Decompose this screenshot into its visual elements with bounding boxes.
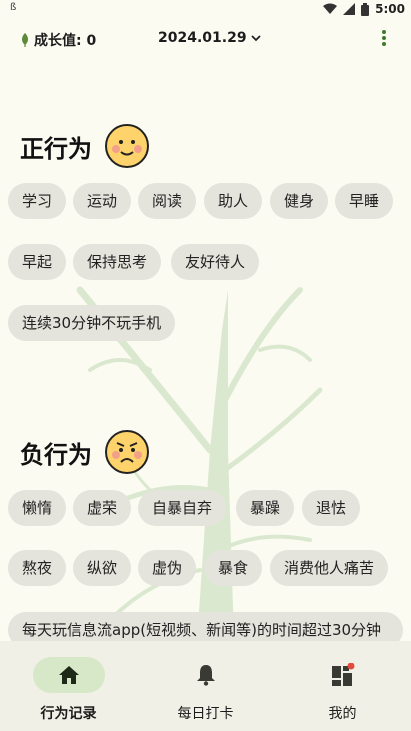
negative-chip[interactable]: 虚荣	[73, 490, 132, 526]
growth-label: 成长值: 0	[34, 33, 97, 49]
negative-chip[interactable]: 暴食	[204, 550, 263, 586]
positive-chip[interactable]: 早睡	[335, 183, 394, 219]
bell-icon	[196, 665, 215, 686]
status-time: 5:00	[375, 2, 405, 16]
negative-title-text: 负行为	[20, 440, 92, 469]
negative-chip[interactable]: 纵欲	[73, 550, 132, 586]
nav-item-mine[interactable]: 我的	[274, 641, 411, 731]
frowning-face-icon	[105, 430, 149, 474]
negative-chip[interactable]: 退怯	[302, 490, 361, 526]
status-notification-text: ß	[10, 2, 17, 13]
chevron-down-icon	[250, 35, 261, 42]
date-selector[interactable]: 2024.01.29	[158, 30, 261, 46]
negative-chip[interactable]: 熬夜	[8, 550, 67, 586]
smiling-face-icon	[105, 124, 149, 168]
status-bar: ß 5:00	[0, 0, 411, 20]
wifi-icon	[323, 3, 338, 14]
positive-chip[interactable]: 运动	[73, 183, 132, 219]
positive-chip[interactable]: 健身	[270, 183, 329, 219]
nav-item-daily-checkin[interactable]: 每日打卡	[137, 641, 274, 731]
negative-chip[interactable]: 懒惰	[8, 490, 67, 526]
negative-chip[interactable]: 自暴自弃	[138, 490, 227, 526]
nav-label: 行为记录	[40, 706, 97, 722]
positive-chip[interactable]: 阅读	[138, 183, 197, 219]
nav-active-indicator	[32, 657, 105, 693]
nav-label: 每日打卡	[177, 706, 234, 722]
leaf-icon	[22, 33, 28, 47]
negative-chip[interactable]: 暴躁	[236, 490, 295, 526]
positive-chip[interactable]: 连续30分钟不玩手机	[8, 305, 176, 341]
growth-value: 成长值: 0	[20, 30, 96, 50]
positive-section-title: 正行为	[20, 123, 150, 169]
positive-chip[interactable]: 保持思考	[73, 244, 162, 280]
home-icon	[58, 666, 79, 684]
bottom-navigation: 行为记录 每日打卡 我的	[0, 641, 411, 731]
positive-chip[interactable]: 友好待人	[171, 244, 260, 280]
positive-chip[interactable]: 早起	[8, 244, 67, 280]
negative-section-title: 负行为	[20, 429, 150, 475]
nav-label: 我的	[328, 706, 357, 722]
negative-chip[interactable]: 虚伪	[138, 550, 197, 586]
nav-icon-wrapper	[307, 657, 379, 693]
positive-title-text: 正行为	[20, 134, 92, 163]
more-vert-icon[interactable]	[379, 28, 389, 48]
signal-icon	[343, 3, 356, 15]
positive-chip[interactable]: 助人	[204, 183, 263, 219]
negative-chip[interactable]: 消费他人痛苦	[270, 550, 389, 586]
battery-icon	[361, 2, 370, 16]
app-bar: 成长值: 0 2024.01.29	[0, 24, 411, 54]
positive-chip[interactable]: 学习	[8, 183, 67, 219]
status-icons: 5:00	[323, 2, 405, 16]
nav-item-behavior-record[interactable]: 行为记录	[0, 641, 137, 731]
dashboard-icon	[331, 663, 354, 686]
nav-icon-wrapper	[170, 657, 242, 693]
date-label: 2024.01.29	[158, 30, 247, 46]
